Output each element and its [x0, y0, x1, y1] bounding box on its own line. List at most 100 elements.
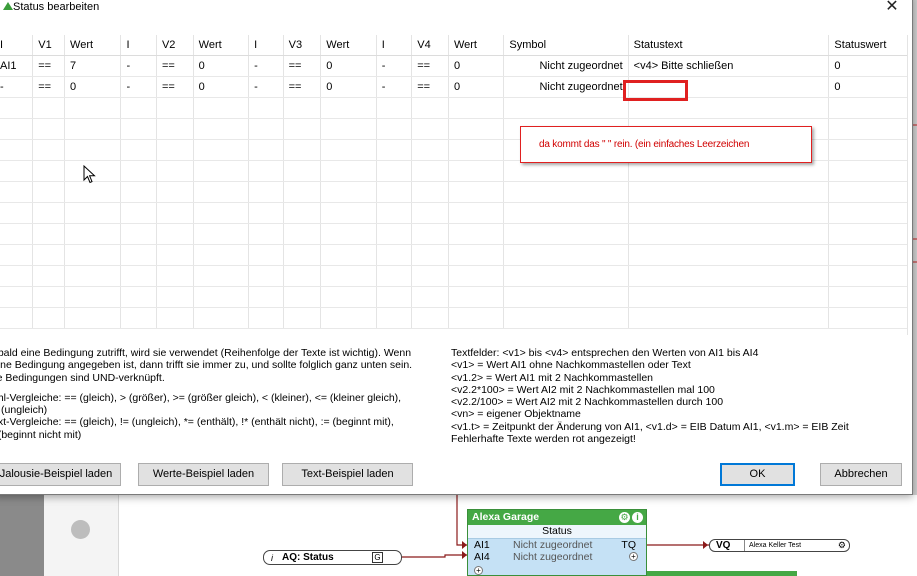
- vq-node[interactable]: VQ Alexa Keller Test ⚙: [709, 539, 850, 552]
- table-row-empty[interactable]: [0, 244, 912, 266]
- block-info-icon[interactable]: i: [632, 512, 643, 523]
- help-line: : (beginnt nicht mit): [0, 428, 82, 441]
- help-text-left: obald eine Bedingung zutrifft, wird sie …: [0, 347, 439, 441]
- vq-object-name: Alexa Keller Test: [744, 540, 835, 551]
- column-header[interactable]: V2: [156, 35, 194, 56]
- title-bar[interactable]: Status bearbeiten ✕: [0, 0, 912, 17]
- ok-button[interactable]: OK: [720, 463, 795, 486]
- table-cell[interactable]: ==: [32, 76, 66, 98]
- help-line: Textfelder: <v1> bis <v4> entsprechen de…: [451, 347, 759, 359]
- column-header[interactable]: V1: [32, 35, 66, 56]
- cancel-button[interactable]: Abbrechen: [820, 463, 902, 486]
- column-header[interactable]: I: [376, 35, 413, 56]
- table-row-empty[interactable]: [0, 202, 912, 224]
- canvas-circle: [71, 520, 90, 539]
- status-table: I V1 Wert I V2 Wert I V3 Wert I V4 Wert …: [0, 35, 912, 329]
- table-cell[interactable]: AI1: [0, 55, 34, 77]
- block-input-row[interactable]: AI1 Nicht zugeordnet TQ: [468, 539, 646, 551]
- table-cell[interactable]: ==: [156, 55, 194, 77]
- help-line: <v2.2*100> = Wert AI2 mit 2 Nachkommaste…: [451, 383, 715, 396]
- column-header[interactable]: V3: [283, 35, 322, 56]
- table-cell[interactable]: -: [120, 55, 157, 77]
- table-cell[interactable]: 0: [320, 55, 377, 77]
- add-input-icon[interactable]: +: [474, 566, 483, 575]
- help-line: ahl-Vergleiche: == (gleich), > (größer),…: [0, 391, 402, 404]
- table-cell[interactable]: 0: [193, 76, 250, 98]
- column-header[interactable]: Wert: [193, 35, 250, 56]
- table-row-empty[interactable]: [0, 181, 912, 203]
- table-cell[interactable]: -: [376, 76, 413, 98]
- table-cell[interactable]: 0: [193, 55, 250, 77]
- help-line: <v1> = Wert AI1 ohne Nachkommastellen od…: [451, 359, 691, 372]
- table-cell[interactable]: -: [376, 55, 413, 77]
- info-icon: i: [271, 553, 273, 563]
- table-cell[interactable]: 0: [320, 76, 377, 98]
- column-header[interactable]: Wert: [64, 35, 122, 56]
- close-button[interactable]: ✕: [880, 0, 904, 17]
- logic-block-partial[interactable]: [647, 571, 797, 576]
- column-header[interactable]: Wert: [448, 35, 505, 56]
- block-input-row[interactable]: AI4 Nicht zugeordnet +: [468, 551, 646, 563]
- load-jalousie-example-button[interactable]: Jalousie-Beispiel laden: [0, 463, 121, 486]
- table-cell[interactable]: Nicht zugeordnet: [503, 55, 629, 77]
- aq-status-node[interactable]: i AQ: Status G: [263, 550, 402, 565]
- annotation-highlight-box: [623, 80, 688, 101]
- load-values-example-button[interactable]: Werte-Beispiel laden: [138, 463, 269, 486]
- column-header[interactable]: Symbol: [503, 35, 629, 56]
- app-icon: [3, 2, 13, 10]
- table-row-empty[interactable]: [0, 265, 912, 287]
- table-cell[interactable]: 7: [64, 55, 122, 77]
- column-header[interactable]: I: [120, 35, 157, 56]
- table-header-row: I V1 Wert I V2 Wert I V3 Wert I V4 Wert …: [0, 35, 912, 56]
- table-cell[interactable]: -: [248, 76, 284, 98]
- table-row-empty[interactable]: [0, 97, 912, 119]
- table-cell[interactable]: 0: [64, 76, 122, 98]
- table-row[interactable]: - == 0 - == 0 - == 0 - == 0 Nicht zugeor…: [0, 76, 912, 98]
- table-cell[interactable]: ==: [411, 76, 449, 98]
- table-row-empty[interactable]: [0, 223, 912, 245]
- vq-label: VQ: [716, 540, 731, 551]
- dialog-title: Status bearbeiten: [13, 1, 100, 13]
- column-header[interactable]: Statuswert: [828, 35, 912, 56]
- table-cell[interactable]: Nicht zugeordnet: [503, 76, 629, 98]
- load-text-example-button[interactable]: Text-Beispiel laden: [282, 463, 413, 486]
- help-line: <v1.t> = Zeitpunkt der Änderung von AI1,…: [451, 420, 849, 433]
- table-cell[interactable]: <v4> Bitte schließen: [628, 55, 830, 77]
- table-cell[interactable]: ==: [156, 76, 194, 98]
- logic-canvas[interactable]: [0, 495, 917, 576]
- grid-scrollbar[interactable]: [907, 35, 912, 335]
- block-input-name: AI1: [474, 539, 490, 551]
- logic-block-alexa-garage[interactable]: Alexa Garage ⚙ i Status AI1 Nicht zugeor…: [467, 509, 647, 576]
- left-panel: [0, 495, 44, 576]
- table-cell[interactable]: -: [0, 76, 34, 98]
- table-cell[interactable]: ==: [411, 55, 449, 77]
- table-cell[interactable]: ==: [283, 76, 322, 98]
- table-cell[interactable]: ==: [32, 55, 66, 77]
- bus-object-icon[interactable]: G: [372, 552, 383, 563]
- column-header[interactable]: Wert: [320, 35, 377, 56]
- help-line: Fehlerhafte Texte werden rot angezeigt!: [451, 433, 636, 446]
- table-row-empty[interactable]: [0, 286, 912, 308]
- table-cell[interactable]: -: [248, 55, 284, 77]
- column-header[interactable]: I: [0, 35, 34, 56]
- mouse-cursor-icon: [83, 165, 96, 184]
- help-line: ext-Vergleiche: == (gleich), != (ungleic…: [0, 416, 394, 429]
- status-grid: I V1 Wert I V2 Wert I V3 Wert I V4 Wert …: [0, 35, 912, 335]
- column-header[interactable]: I: [248, 35, 284, 56]
- column-header[interactable]: V4: [411, 35, 449, 56]
- table-row[interactable]: AI1 == 7 - == 0 - == 0 - == 0 Nicht zuge…: [0, 55, 912, 77]
- table-row-empty[interactable]: [0, 307, 912, 329]
- block-input-value: Nicht zugeordnet: [513, 551, 593, 563]
- table-cell[interactable]: 0: [448, 76, 505, 98]
- table-row-empty[interactable]: [0, 160, 912, 182]
- help-line: <v2.2/100> = Wert AI2 mit 2 Nachkommaste…: [451, 396, 724, 409]
- vq-gear-icon[interactable]: ⚙: [838, 541, 846, 550]
- table-cell[interactable]: 0: [448, 55, 505, 77]
- add-output-icon[interactable]: +: [629, 552, 638, 561]
- table-cell[interactable]: 0: [828, 76, 912, 98]
- column-header[interactable]: Statustext: [628, 35, 830, 56]
- table-cell[interactable]: 0: [828, 55, 912, 77]
- table-cell[interactable]: ==: [283, 55, 322, 77]
- table-cell[interactable]: -: [120, 76, 157, 98]
- block-gear-icon[interactable]: ⚙: [619, 512, 630, 523]
